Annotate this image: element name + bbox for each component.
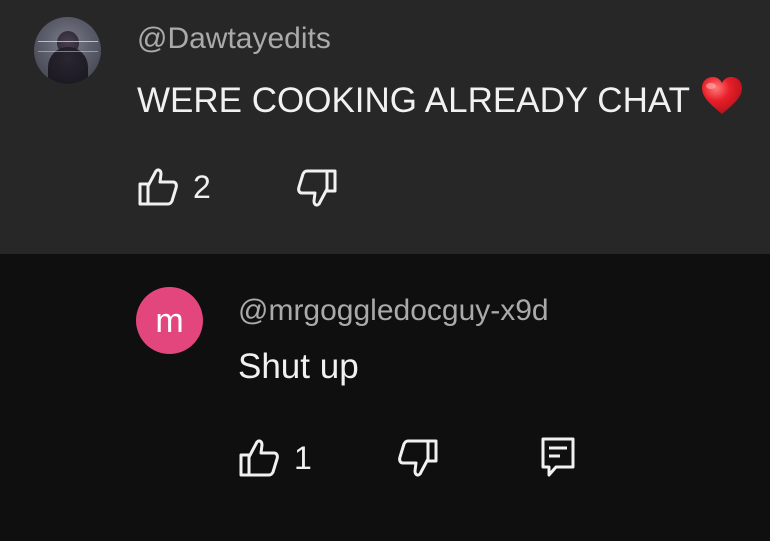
red-heart-emoji-icon bbox=[701, 77, 742, 114]
thumbs-down-icon bbox=[297, 169, 337, 207]
thumbs-up-icon bbox=[239, 439, 279, 477]
dislike-button[interactable] bbox=[296, 168, 338, 208]
reply-like-count: 1 bbox=[294, 440, 312, 476]
reply-author[interactable]: @mrgoggledocguy-x9d bbox=[238, 294, 549, 328]
comment-text: WERE COOKING ALREADY CHAT bbox=[137, 76, 744, 121]
comment-text-content: WERE COOKING ALREADY CHAT bbox=[137, 81, 690, 120]
reply-avatar[interactable]: m bbox=[136, 287, 203, 354]
comment-card: @Dawtayedits WERE COOKING ALREADY CHAT 2 bbox=[0, 0, 770, 254]
avatar-body bbox=[48, 47, 88, 84]
comment-author[interactable]: @Dawtayedits bbox=[137, 22, 331, 56]
reply-like-button[interactable]: 1 bbox=[238, 438, 312, 478]
reply-card: m @mrgoggledocguy-x9d Shut up 1 bbox=[0, 254, 770, 541]
reply-comment-button[interactable] bbox=[540, 436, 576, 478]
reply-text: Shut up bbox=[238, 347, 359, 386]
comment-reply-icon bbox=[541, 437, 575, 477]
avatar[interactable] bbox=[34, 17, 101, 84]
thumbs-up-icon bbox=[138, 168, 178, 206]
like-count: 2 bbox=[193, 169, 211, 205]
reply-dislike-button[interactable] bbox=[397, 438, 439, 478]
avatar-logo bbox=[38, 41, 98, 52]
like-button[interactable]: 2 bbox=[137, 167, 211, 207]
thumbs-down-icon bbox=[398, 439, 438, 477]
